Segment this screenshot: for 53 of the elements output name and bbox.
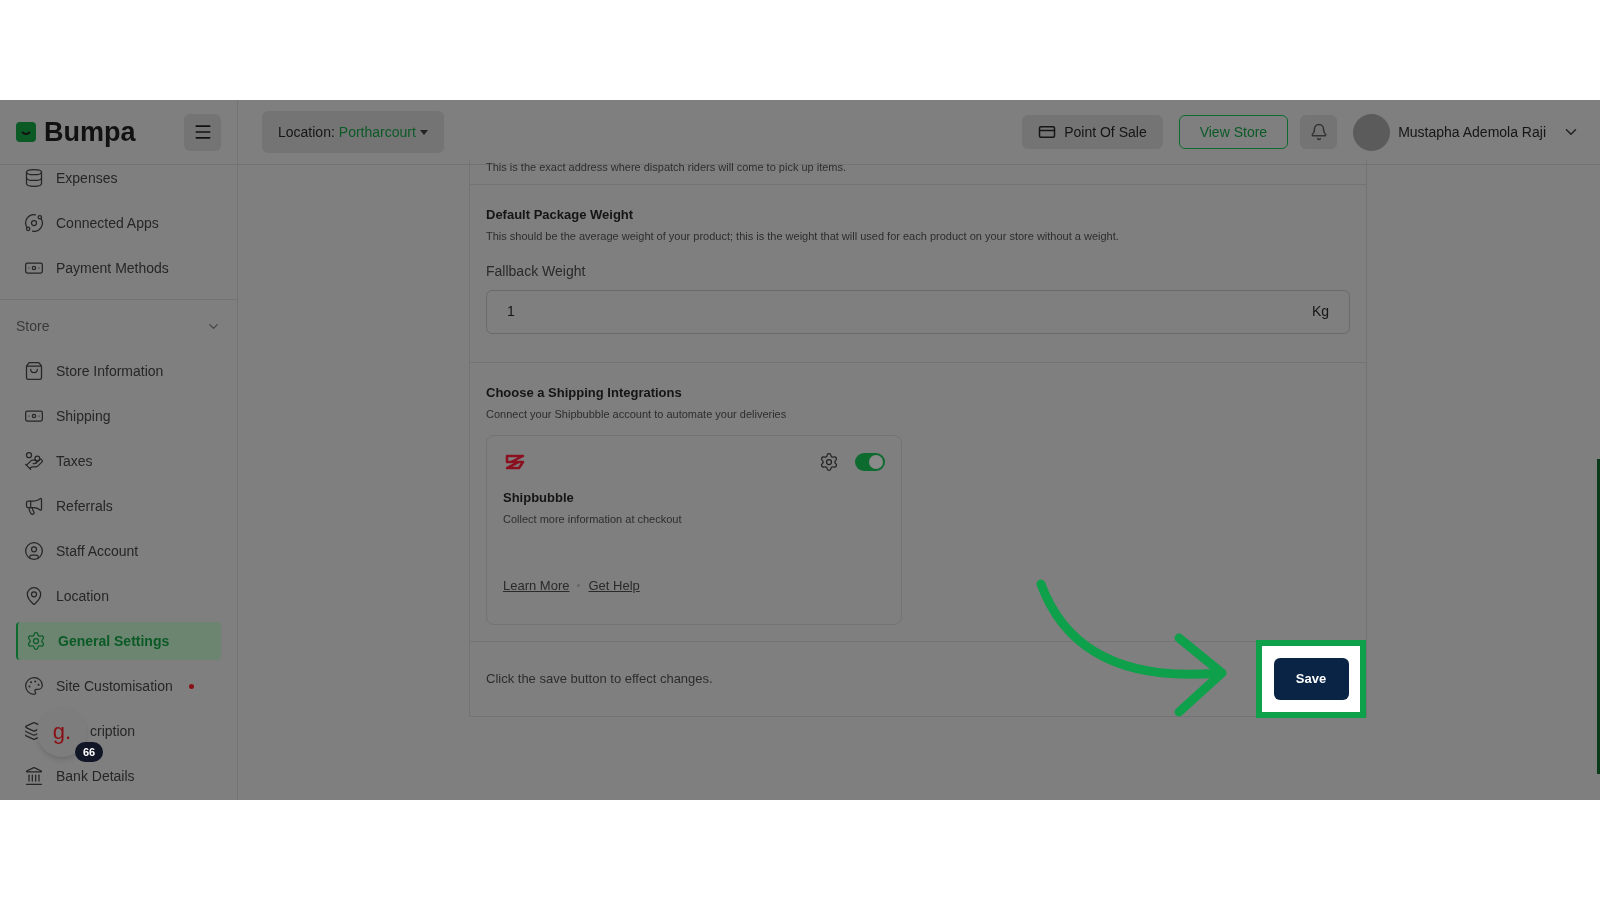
avatar[interactable] — [1353, 113, 1391, 151]
user-icon — [24, 541, 44, 561]
bell-icon — [1309, 123, 1328, 141]
integration-description: Collect more information at checkout — [503, 512, 683, 527]
notifications-button[interactable] — [1300, 115, 1338, 149]
menu-button[interactable] — [184, 113, 221, 151]
toggle-switch[interactable] — [855, 452, 885, 471]
save-button[interactable]: Save — [1273, 657, 1349, 700]
integration-name: Shipbubble — [503, 488, 575, 507]
section-title: Default Package Weight — [486, 205, 635, 224]
bag-icon — [24, 361, 44, 381]
bank-icon — [24, 766, 44, 786]
brand-name: Bumpa — [44, 118, 136, 146]
sidebar-item[interactable]: Shipping — [16, 397, 221, 435]
scrollbar-thumb[interactable] — [1597, 459, 1600, 774]
sidebar-item[interactable]: General Settings — [16, 622, 221, 660]
weight-field[interactable]: 1 Kg — [486, 289, 1350, 334]
sidebar-item[interactable]: Store Information — [16, 352, 221, 390]
sidebar-item[interactable]: cription — [90, 720, 136, 742]
palette-icon — [24, 676, 44, 696]
sidebar-item[interactable]: Staff Account — [16, 532, 221, 570]
sidebar-item[interactable]: Expenses — [16, 159, 221, 197]
coins-icon — [24, 168, 44, 188]
point-of-sale-button[interactable]: Point Of Sale — [1022, 115, 1163, 149]
logo-icon — [16, 122, 36, 142]
gear-icon — [26, 631, 46, 651]
field-label: Fallback Weight — [486, 261, 587, 281]
card-icon — [1038, 123, 1057, 141]
pin-icon — [24, 586, 44, 606]
address-note: This is the exact address where dispatch riders will come to pick up items. — [486, 160, 848, 175]
section-description: Connect your Shipbubble account to automate your deliveries — [486, 407, 788, 422]
user-name: Mustapha Ademola Raji — [1398, 122, 1546, 142]
caret-icon — [419, 129, 428, 135]
unit-label: Kg — [1311, 302, 1329, 321]
sidebar-item[interactable]: Taxes — [16, 442, 221, 480]
help-link[interactable]: Learn More — [503, 576, 570, 596]
sidebar-item[interactable]: Connected Apps — [16, 204, 221, 242]
location-selector[interactable]: Location: Portharcourt — [262, 111, 444, 153]
section-title: Choose a Shipping Integrations — [486, 383, 683, 402]
megaphone-icon — [24, 496, 44, 516]
sidebar-item[interactable]: Referrals — [16, 487, 221, 525]
sidebar-item[interactable]: Location — [16, 577, 221, 615]
settings-icon[interactable] — [819, 451, 839, 472]
section-label: Store — [16, 316, 50, 336]
count-badge: 66 — [75, 742, 104, 762]
sidebar-item[interactable]: Site Customisation — [16, 667, 221, 705]
view-store-button[interactable]: View Store — [1178, 115, 1289, 149]
help-link[interactable]: Get Help — [588, 576, 640, 596]
hand-coins-icon — [24, 451, 44, 471]
sidebar-item[interactable]: Payment Methods — [16, 249, 221, 287]
footer-note: Click the save button to effect changes. — [486, 669, 713, 688]
section-description: This should be the average weight of your product; this is the weight that will used for each product on your store without a weight. — [486, 229, 1120, 244]
network-icon — [24, 213, 44, 233]
